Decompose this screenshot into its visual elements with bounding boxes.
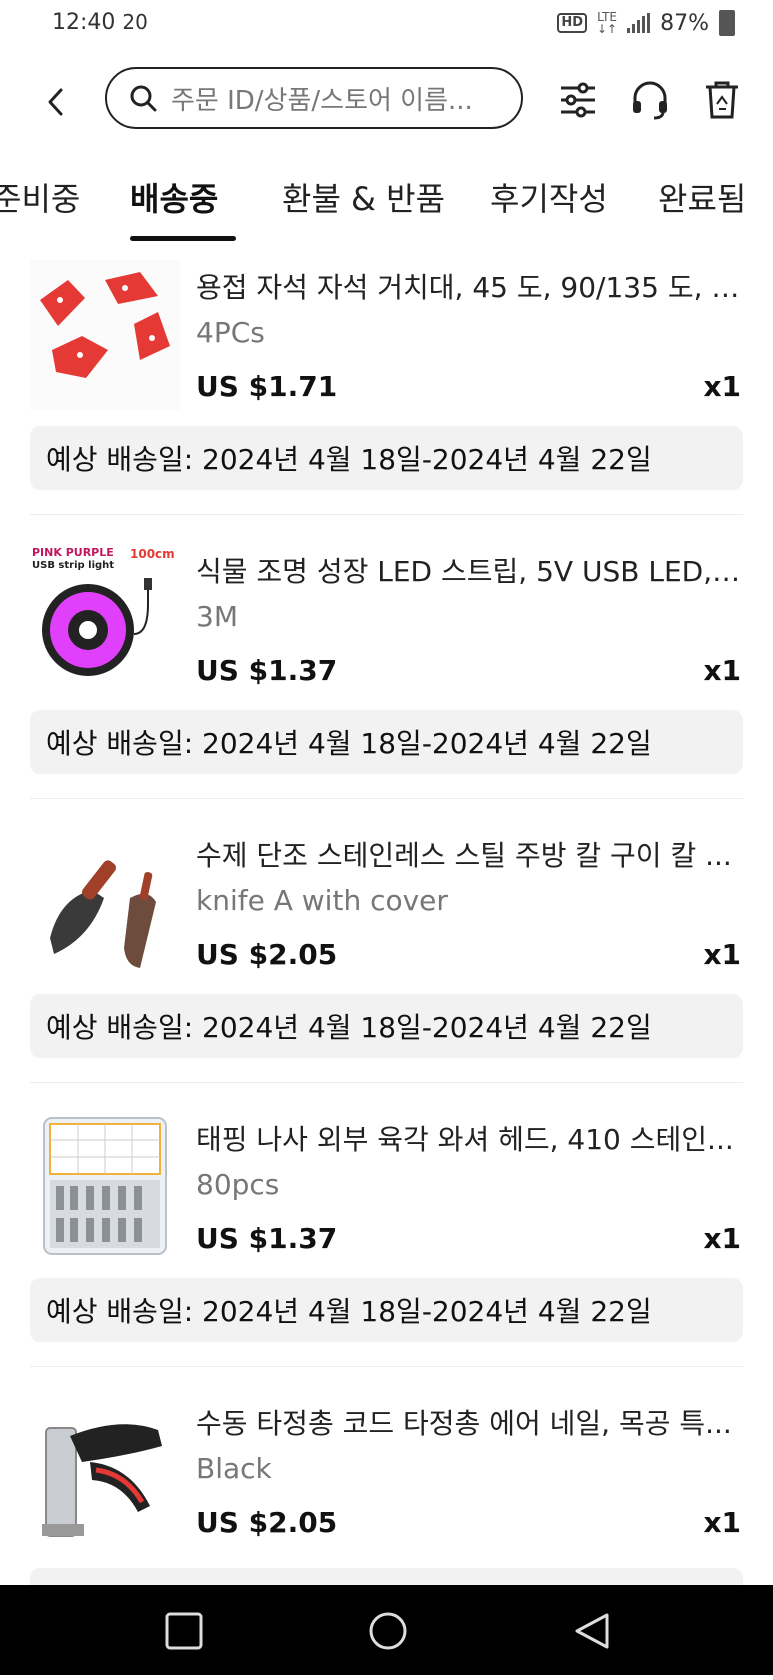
recent-apps-icon <box>165 1612 203 1650</box>
product-quantity: x1 <box>703 370 741 403</box>
recent-apps-button[interactable] <box>162 1609 206 1653</box>
lte-icon: LTE ↓↑ <box>596 10 618 36</box>
estimated-delivery: 예상 배송일: 2024년 4월 18일-2024년 4월 22일 <box>30 1278 743 1342</box>
home-icon <box>369 1612 407 1650</box>
product-variant: knife A with cover <box>196 884 448 917</box>
system-nav-bar <box>0 1585 773 1675</box>
product-price: US $1.37 <box>196 654 338 687</box>
home-button[interactable] <box>366 1609 410 1653</box>
product-image[interactable] <box>30 828 180 978</box>
estimated-delivery: 예상 배송일: 2024년 4월 18일-2024년 4월 22일 <box>30 710 743 774</box>
estimated-delivery: 예상 배송일: 2024년 4월 18일-2024년 4월 22일 <box>30 426 743 490</box>
product-price: US $2.05 <box>196 1506 338 1539</box>
tab-refund-return[interactable]: 환불 & 반품 <box>282 174 445 220</box>
back-button[interactable] <box>36 82 76 122</box>
trash-icon <box>706 81 738 119</box>
divider <box>30 798 743 799</box>
filter-icon <box>561 82 595 118</box>
product-quantity: x1 <box>703 1506 741 1539</box>
nav-back-icon <box>575 1613 609 1649</box>
active-tab-indicator <box>130 236 236 241</box>
product-image[interactable] <box>30 1396 180 1546</box>
estimated-delivery: 예상 배송일: 2024년 4월 18일-2024년 4월 22일 <box>30 994 743 1058</box>
product-price: US $1.71 <box>196 370 338 403</box>
product-title[interactable]: 식물 조명 성장 LED 스트립, 5V USB LED, 1... <box>196 550 741 590</box>
filter-button[interactable] <box>556 78 600 122</box>
order-item[interactable]: PINK PURPLE USB strip light 100cm 식물 조명 … <box>0 544 773 828</box>
tab-shipping[interactable]: 배송중 <box>130 174 218 220</box>
tab-write-review[interactable]: 후기작성 <box>490 174 608 220</box>
order-status-tabs: 준비중 배송중 환불 & 반품 후기작성 완료됨 <box>0 160 773 244</box>
product-title[interactable]: 용접 자석 자석 거치대, 45 도, 90/135 도, 9... <box>196 266 741 306</box>
thumb-text-line2: USB strip light <box>32 560 114 571</box>
product-image[interactable]: PINK PURPLE USB strip light 100cm <box>30 544 180 694</box>
tab-preparing[interactable]: 준비중 <box>0 174 80 220</box>
product-image[interactable] <box>30 1112 180 1262</box>
product-title[interactable]: 태핑 나사 외부 육각 와셔 헤드, 410 스테인... <box>196 1118 741 1158</box>
divider <box>30 514 743 515</box>
product-variant: 80pcs <box>196 1168 280 1201</box>
tab-completed[interactable]: 완료됨 <box>658 174 746 220</box>
order-item[interactable]: 태핑 나사 외부 육각 와셔 헤드, 410 스테인... 80pcs US $… <box>0 1112 773 1396</box>
order-item[interactable]: 용접 자석 자석 거치대, 45 도, 90/135 도, 9... 4PCs … <box>0 260 773 544</box>
signal-icon <box>627 13 651 33</box>
header: 주문 ID/상품/스토어 이름... <box>0 62 773 142</box>
recycle-bin-button[interactable] <box>700 78 744 122</box>
status-time: 12:40 20 <box>52 10 148 35</box>
status-bar: 12:40 20 HD LTE ↓↑ 87% <box>0 0 773 48</box>
product-title[interactable]: 수제 단조 스테인레스 스틸 주방 칼 구이 칼 ... <box>196 834 741 874</box>
divider <box>30 1366 743 1367</box>
product-price: US $1.37 <box>196 1222 338 1255</box>
nav-back-button[interactable] <box>570 1609 614 1653</box>
hd-icon: HD <box>557 13 587 33</box>
customer-service-button[interactable] <box>628 78 672 122</box>
battery-percent: 87% <box>660 10 709 36</box>
divider <box>30 1082 743 1083</box>
order-item[interactable]: 수제 단조 스테인레스 스틸 주방 칼 구이 칼 ... knife A wit… <box>0 828 773 1112</box>
product-image[interactable] <box>30 260 180 410</box>
product-title[interactable]: 수동 타정총 코드 타정총 에어 네일, 목공 특... <box>196 1402 741 1442</box>
product-price: US $2.05 <box>196 938 338 971</box>
battery-icon <box>719 10 735 36</box>
thumb-text-size: 100cm <box>130 547 175 561</box>
product-variant: Black <box>196 1452 272 1485</box>
product-quantity: x1 <box>703 1222 741 1255</box>
search-icon <box>130 85 157 112</box>
product-variant: 3M <box>196 600 238 633</box>
thumb-text-line1: PINK PURPLE <box>32 546 114 559</box>
back-icon <box>48 88 63 116</box>
search-input[interactable]: 주문 ID/상품/스토어 이름... <box>105 67 523 129</box>
search-placeholder: 주문 ID/상품/스토어 이름... <box>171 85 473 116</box>
product-quantity: x1 <box>703 938 741 971</box>
status-icons: HD LTE ↓↑ 87% <box>557 10 735 36</box>
headset-icon <box>633 81 667 120</box>
product-quantity: x1 <box>703 654 741 687</box>
product-variant: 4PCs <box>196 316 265 349</box>
